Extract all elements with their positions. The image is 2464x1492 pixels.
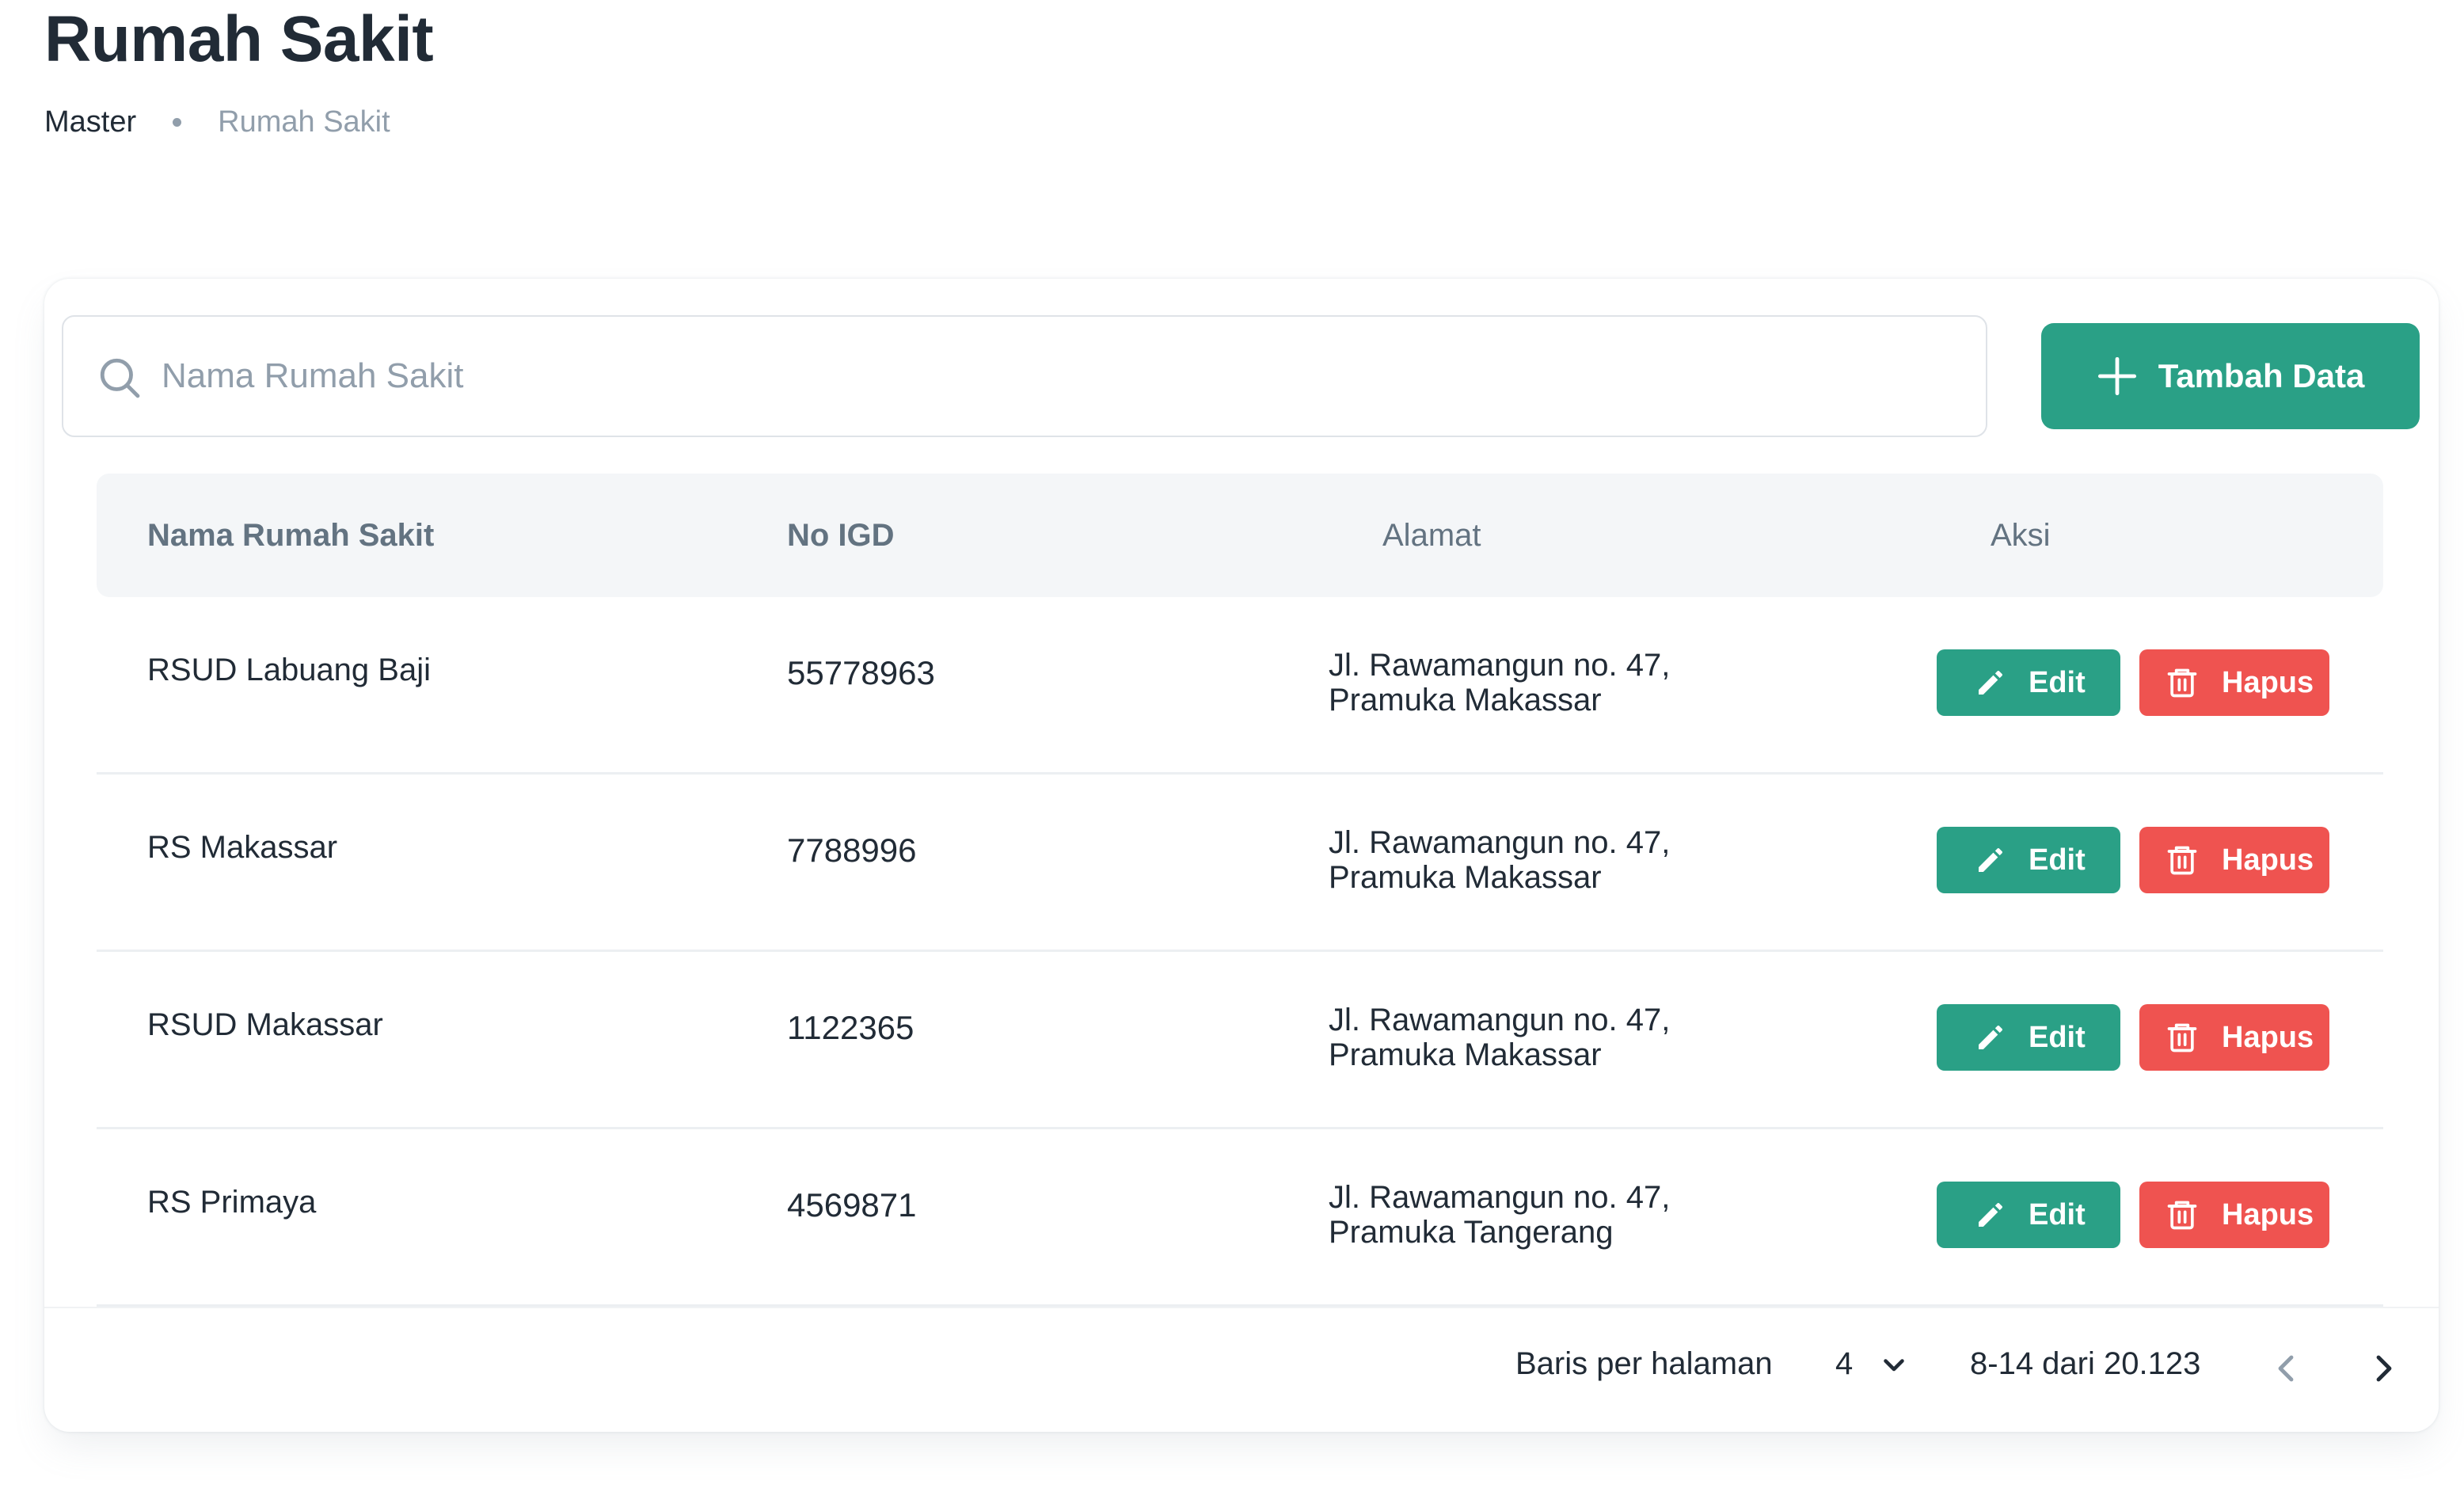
hospital-name: RS Makassar [147, 830, 338, 865]
column-header-address[interactable]: Alamat [1382, 474, 1481, 597]
delete-button[interactable]: Hapus [2139, 1182, 2329, 1248]
search-box[interactable] [62, 315, 1987, 437]
rows-per-page-select[interactable]: 4 [1835, 1346, 1908, 1382]
edit-button[interactable]: Edit [1937, 649, 2120, 716]
breadcrumb-separator [173, 117, 182, 127]
delete-button[interactable]: Hapus [2139, 827, 2329, 893]
address: Jl. Rawamangun no. 47, Pramuka Makassar [1329, 1003, 1670, 1072]
breadcrumb-current: Rumah Sakit [218, 105, 390, 139]
chevron-down-icon [1884, 1358, 1904, 1371]
breadcrumb-master[interactable]: Master [44, 100, 136, 144]
table-row: RSUD Labuang Baji 55778963 Jl. Rawamangu… [97, 597, 2383, 775]
edit-label: Edit [2029, 1020, 2086, 1054]
igd-number: 1122365 [787, 1009, 914, 1046]
table-row: RS Primaya 4569871 Jl. Rawamangun no. 47… [97, 1129, 2383, 1307]
page-range-label: 8-14 dari 20.123 [1970, 1346, 2201, 1381]
edit-label: Edit [2029, 1197, 2086, 1231]
plus-icon [2097, 356, 2136, 396]
table-header: Nama Rumah Sakit No IGD Alamat Aksi [97, 474, 2383, 597]
igd-number: 7788996 [787, 832, 917, 869]
trash-icon [2167, 668, 2197, 698]
edit-label: Edit [2029, 843, 2086, 877]
breadcrumb: Master Rumah Sakit [44, 100, 390, 144]
address: Jl. Rawamangun no. 47, Pramuka Makassar [1329, 648, 1670, 717]
pencil-icon [1979, 1203, 2002, 1227]
rows-per-page-label: Baris per halaman [1515, 1346, 1773, 1381]
address-line-1: Jl. Rawamangun no. 47, [1329, 1003, 1671, 1037]
address-line-1: Jl. Rawamangun no. 47, [1329, 825, 1671, 860]
column-header-name[interactable]: Nama Rumah Sakit [147, 474, 434, 597]
address-line-2: Pramuka Makassar [1329, 1037, 1602, 1072]
search-input[interactable] [162, 317, 1967, 436]
hospital-name: RS Primaya [147, 1185, 317, 1220]
igd-number: 55778963 [787, 654, 935, 691]
pencil-icon [1979, 1026, 2002, 1049]
hospital-name: RSUD Makassar [147, 1007, 383, 1042]
delete-label: Hapus [2222, 843, 2314, 877]
table-row: RSUD Makassar 1122365 Jl. Rawamangun no.… [97, 952, 2383, 1129]
delete-label: Hapus [2222, 1020, 2314, 1054]
edit-label: Edit [2029, 665, 2086, 699]
add-data-button[interactable]: Tambah Data [2041, 323, 2420, 429]
address-line-2: Pramuka Tangerang [1329, 1215, 1614, 1250]
trash-icon [2167, 846, 2197, 875]
address: Jl. Rawamangun no. 47, Pramuka Makassar [1329, 825, 1670, 895]
delete-label: Hapus [2222, 1197, 2314, 1231]
delete-label: Hapus [2222, 665, 2314, 699]
edit-button[interactable]: Edit [1937, 1182, 2120, 1248]
chevron-left-icon[interactable] [2268, 1349, 2306, 1387]
delete-button[interactable]: Hapus [2139, 1004, 2329, 1071]
pencil-icon [1979, 671, 2002, 695]
trash-icon [2167, 1023, 2197, 1052]
address-line-1: Jl. Rawamangun no. 47, [1329, 1180, 1671, 1215]
page-title: Rumah Sakit [44, 3, 434, 75]
address-line-2: Pramuka Makassar [1329, 860, 1602, 895]
add-data-label: Tambah Data [2158, 357, 2365, 394]
table-row: RS Makassar 7788996 Jl. Rawamangun no. 4… [97, 775, 2383, 952]
column-header-igd[interactable]: No IGD [787, 474, 895, 597]
rows-per-page-value: 4 [1835, 1346, 1854, 1381]
igd-number: 4569871 [787, 1186, 917, 1224]
edit-button[interactable]: Edit [1937, 827, 2120, 893]
address-line-1: Jl. Rawamangun no. 47, [1329, 648, 1671, 683]
hospital-table: Nama Rumah Sakit No IGD Alamat Aksi RSUD… [97, 474, 2383, 1307]
delete-button[interactable]: Hapus [2139, 649, 2329, 716]
hospital-name: RSUD Labuang Baji [147, 653, 431, 687]
pencil-icon [1979, 848, 2002, 872]
chevron-right-icon[interactable] [2364, 1349, 2402, 1387]
pagination-bar: Baris per halaman 4 8-14 dari 20.123 [44, 1307, 2439, 1432]
address: Jl. Rawamangun no. 47, Pramuka Tangerang [1329, 1180, 1670, 1250]
hospital-list-card: Tambah Data Nama Rumah Sakit No IGD Alam… [44, 279, 2439, 1432]
edit-button[interactable]: Edit [1937, 1004, 2120, 1071]
search-icon [100, 358, 140, 398]
column-header-actions: Aksi [1991, 518, 2051, 553]
trash-icon [2167, 1201, 2197, 1230]
address-line-2: Pramuka Makassar [1329, 683, 1602, 717]
